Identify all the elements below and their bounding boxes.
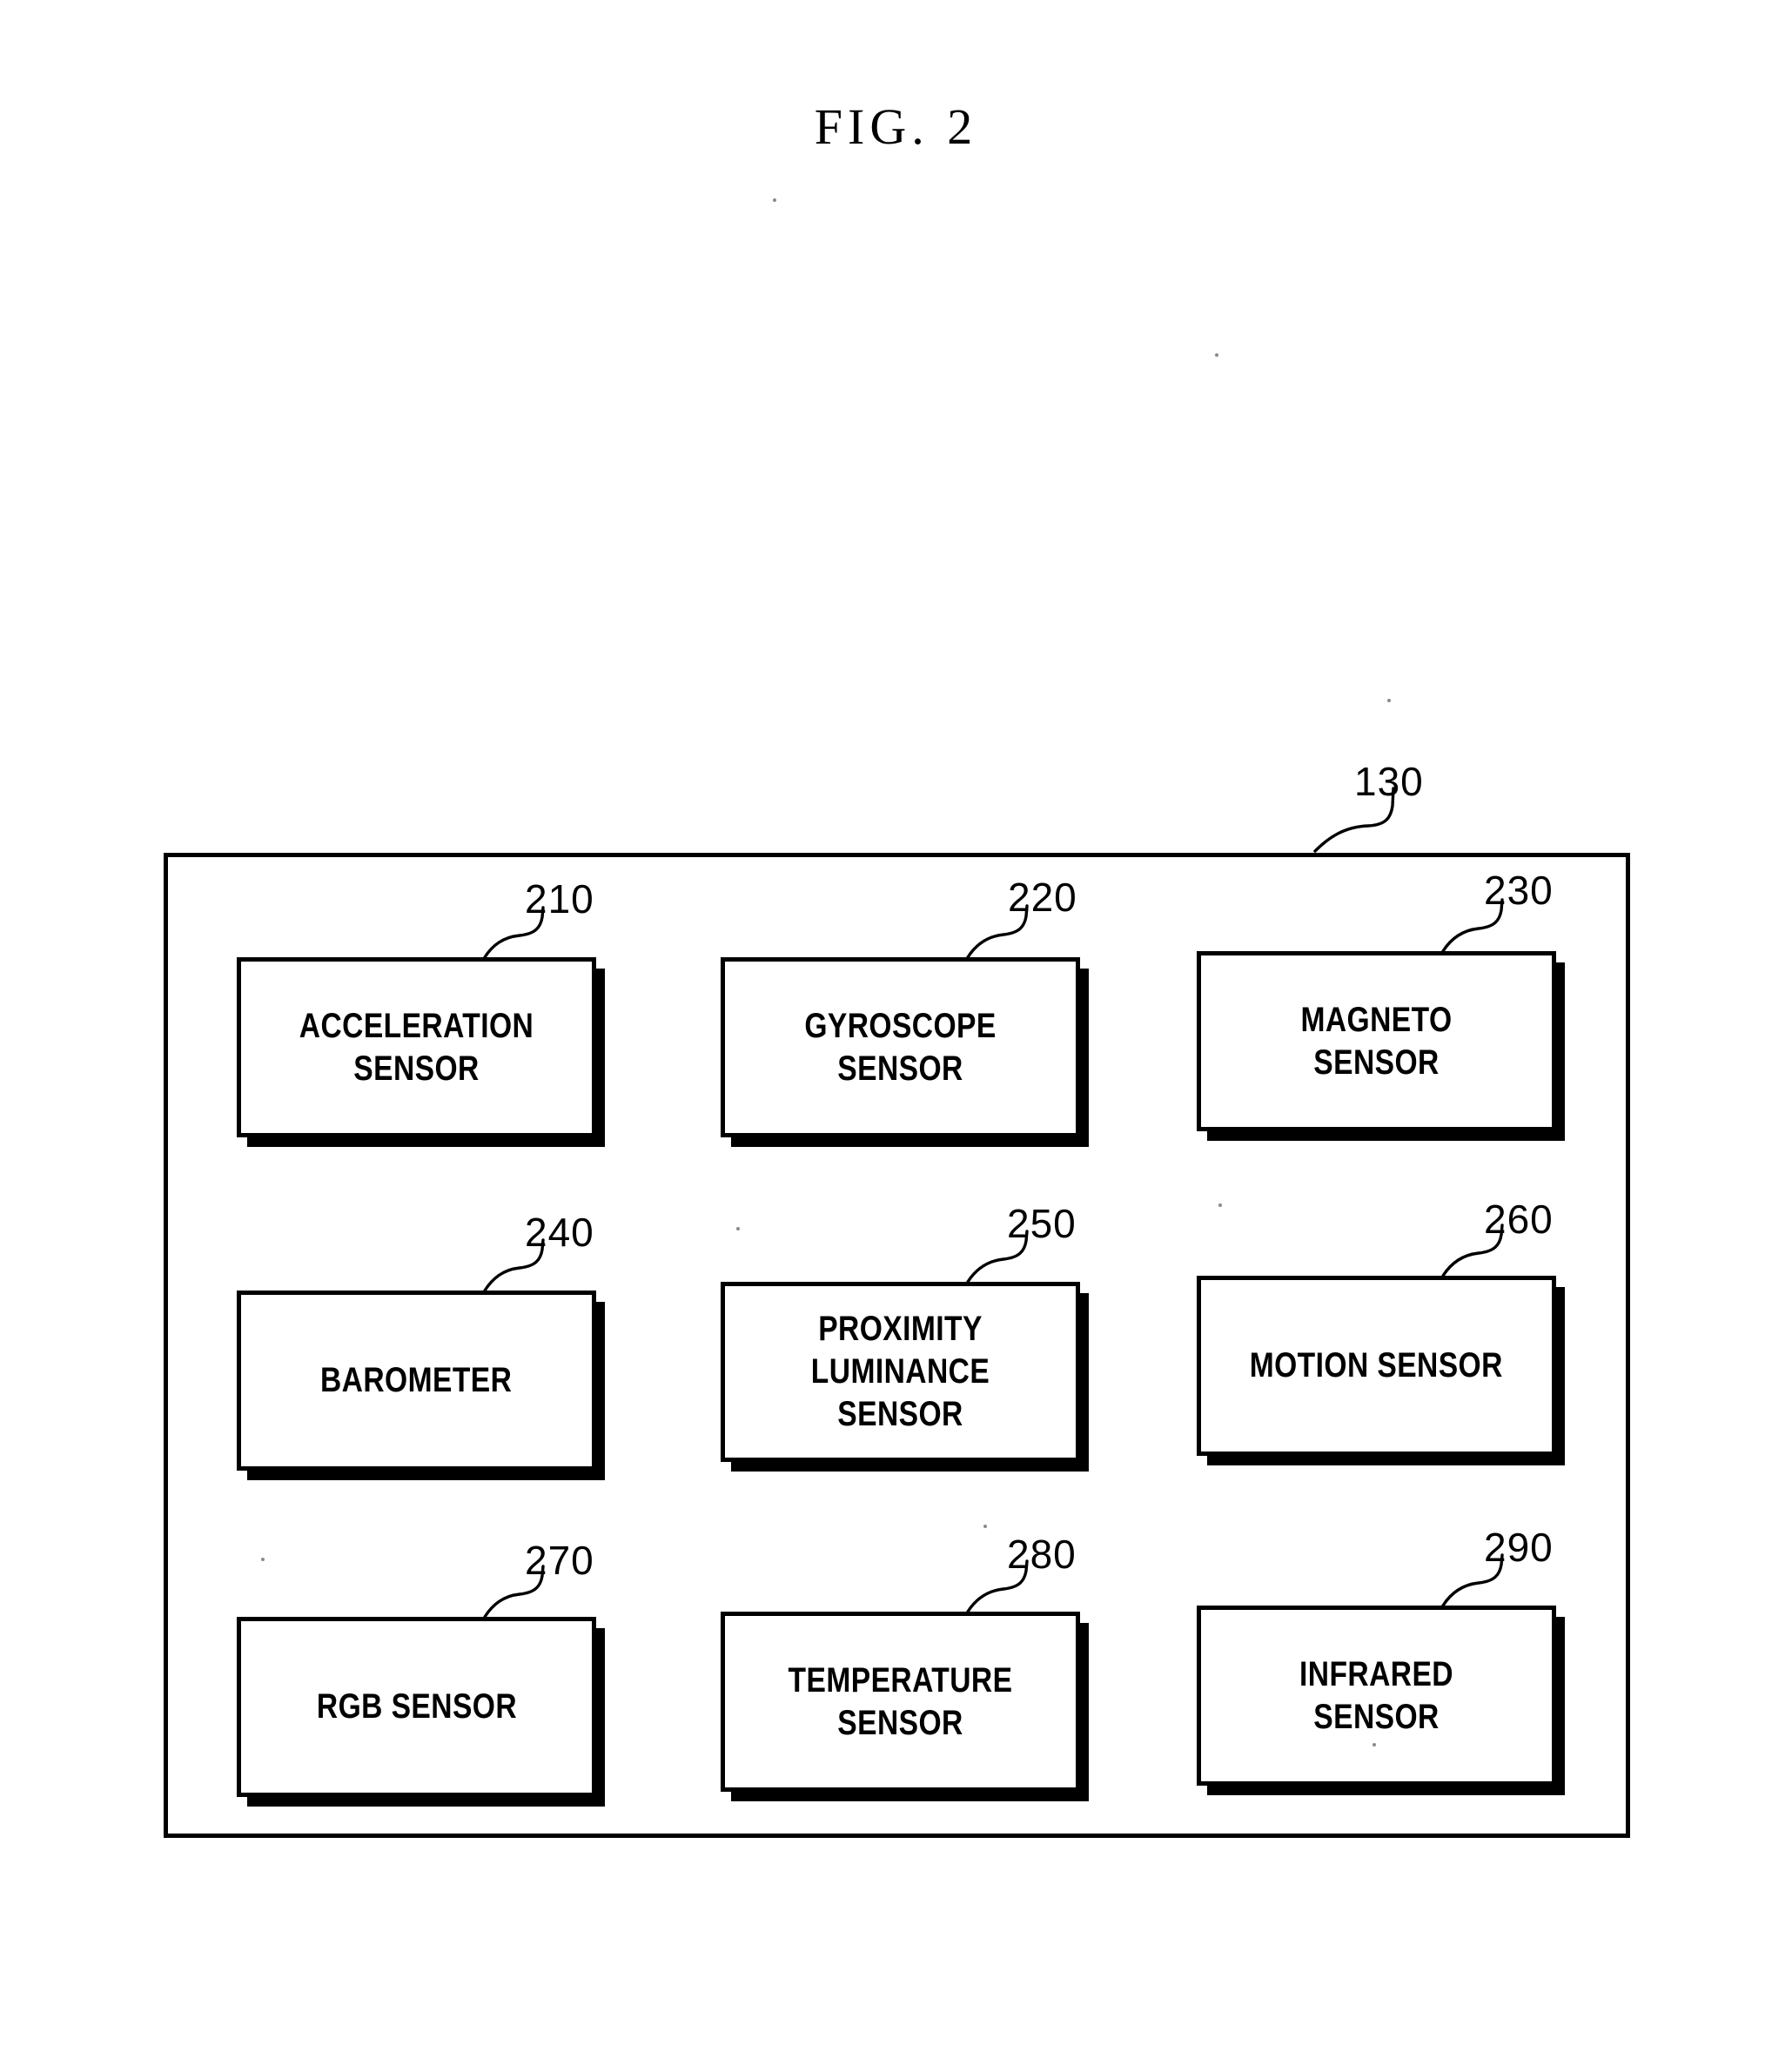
sensor-box-gyroscope: GYROSCOPE SENSOR (721, 957, 1080, 1137)
reference-numeral-230: 230 (1484, 868, 1554, 913)
scan-speck (736, 1227, 740, 1230)
reference-numeral-220: 220 (1008, 875, 1077, 920)
reference-numeral-130: 130 (1354, 759, 1424, 804)
sensor-box-proximity-luminance: PROXIMITY LUMINANCE SENSOR (721, 1282, 1080, 1462)
sensor-label-infrared: INFRARED SENSOR (1299, 1654, 1453, 1736)
sensor-box-temperature: TEMPERATURE SENSOR (721, 1612, 1080, 1792)
scan-speck (1215, 353, 1218, 357)
scan-speck (773, 198, 776, 202)
sensor-label-rgb: RGB SENSOR (316, 1687, 517, 1726)
sensor-box-magneto: MAGNETO SENSOR (1197, 951, 1556, 1131)
sensor-label-proximity-luminance: PROXIMITY LUMINANCE SENSOR (810, 1310, 990, 1433)
reference-numeral-270: 270 (525, 1538, 594, 1583)
sensor-label-magneto: MAGNETO SENSOR (1300, 1000, 1453, 1082)
sensor-box-motion: MOTION SENSOR (1197, 1276, 1556, 1456)
sensor-label-motion: MOTION SENSOR (1249, 1346, 1504, 1385)
reference-numeral-210: 210 (525, 876, 594, 922)
sensor-label-barometer: BAROMETER (320, 1361, 513, 1400)
reference-numeral-290: 290 (1484, 1525, 1554, 1570)
reference-numeral-250: 250 (1007, 1201, 1077, 1246)
sensor-label-temperature: TEMPERATURE SENSOR (788, 1660, 1013, 1742)
scan-speck (1218, 1203, 1222, 1207)
sensor-box-infrared: INFRARED SENSOR (1197, 1606, 1556, 1786)
scan-speck (1373, 1743, 1376, 1747)
sensor-label-acceleration: ACCELERATION SENSOR (299, 1006, 534, 1088)
sensor-label-gyroscope: GYROSCOPE SENSOR (804, 1006, 997, 1088)
sensor-box-barometer: BAROMETER (237, 1291, 596, 1471)
scan-speck (261, 1558, 265, 1561)
reference-numeral-280: 280 (1007, 1532, 1077, 1577)
reference-numeral-240: 240 (525, 1210, 594, 1255)
scan-speck (1387, 699, 1391, 702)
sensor-box-rgb: RGB SENSOR (237, 1617, 596, 1797)
reference-numeral-260: 260 (1484, 1197, 1554, 1242)
sensor-box-acceleration: ACCELERATION SENSOR (237, 957, 596, 1137)
scan-speck (983, 1525, 987, 1528)
figure-title: FIG. 2 (814, 98, 978, 155)
